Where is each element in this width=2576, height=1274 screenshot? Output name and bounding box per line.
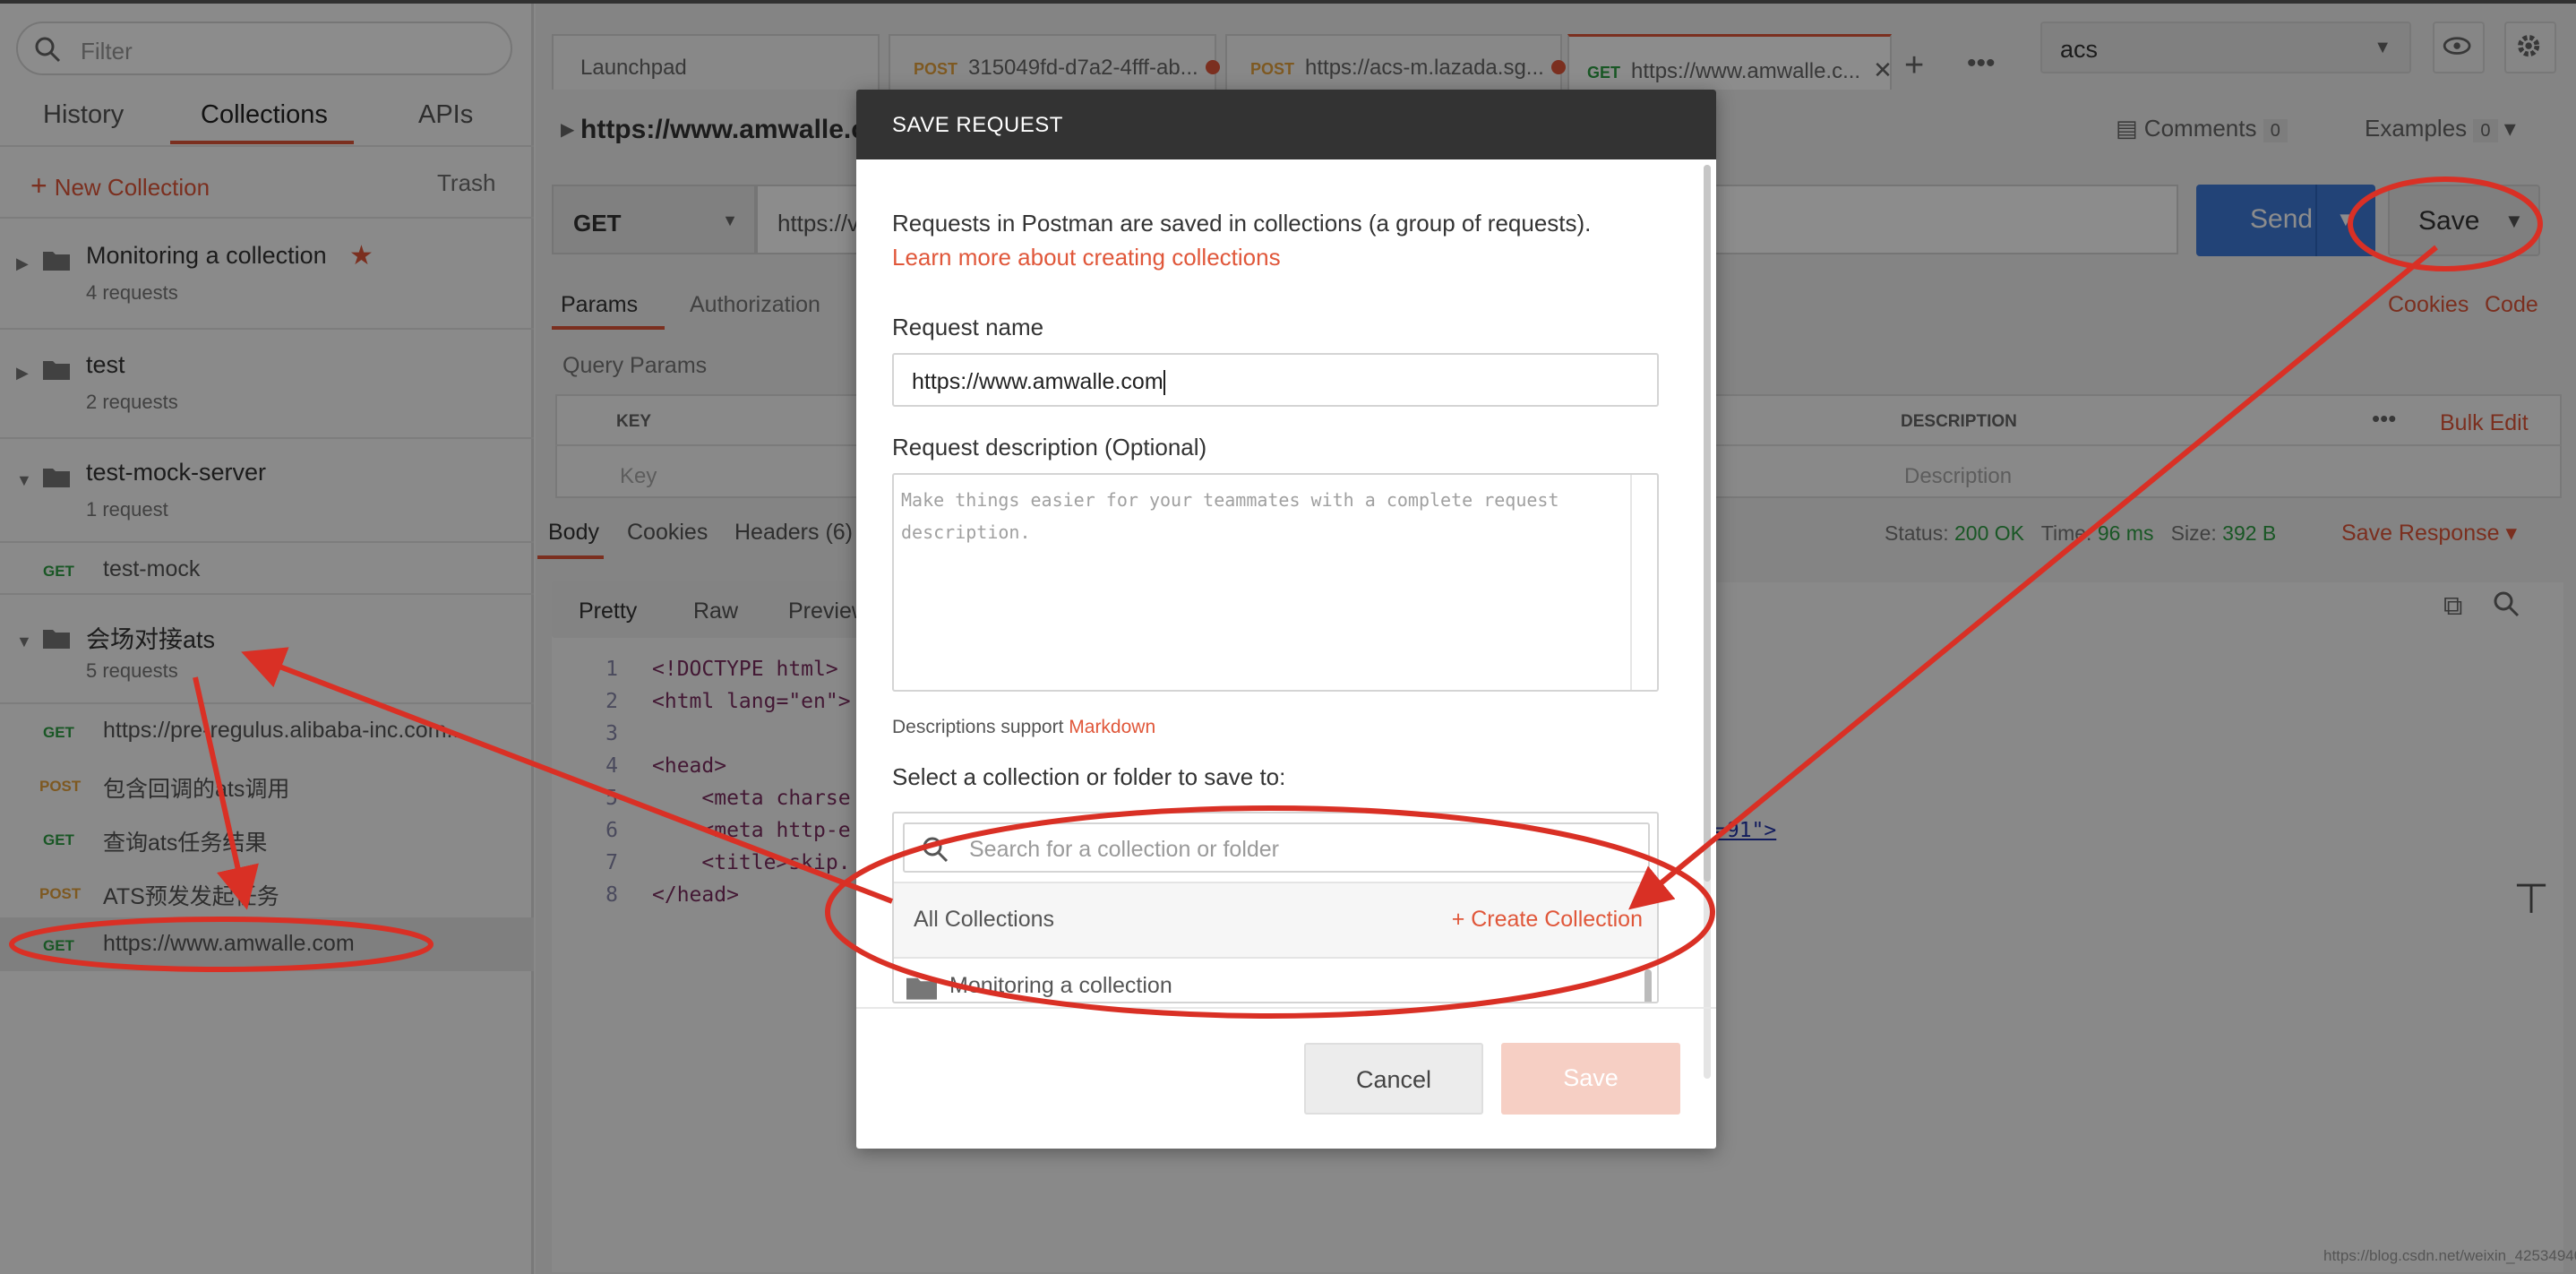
save-request-dialog: SAVE REQUEST Requests in Postman are sav…: [856, 90, 1716, 1149]
textarea-scrollbar[interactable]: [1630, 475, 1632, 690]
collection-option[interactable]: Monitoring a collection: [894, 960, 1657, 1002]
collection-search-input[interactable]: Search for a collection or folder: [903, 822, 1650, 873]
cancel-button[interactable]: Cancel: [1304, 1043, 1483, 1115]
collection-option-name: Monitoring a collection: [949, 973, 1172, 998]
create-collection-button[interactable]: + Create Collection: [1452, 907, 1643, 933]
markdown-note-text: Descriptions support: [892, 717, 1064, 737]
description-textarea[interactable]: Make things easier for your teammates wi…: [892, 473, 1659, 692]
dialog-title: SAVE REQUEST: [892, 113, 1063, 137]
scroll-thumb[interactable]: [1704, 165, 1711, 882]
dialog-scrollbar[interactable]: [1704, 165, 1711, 1079]
request-name-label: Request name: [892, 314, 1044, 340]
description-label: Request description (Optional): [892, 434, 1207, 461]
all-collections-row: All Collections + Create Collection: [894, 882, 1657, 959]
dialog-header: SAVE REQUEST: [856, 90, 1716, 159]
collection-picker: Search for a collection or folder All Co…: [892, 812, 1659, 1003]
search-icon: [923, 837, 949, 863]
collection-search-placeholder: Search for a collection or folder: [969, 837, 1280, 862]
markdown-note: Descriptions support Markdown: [892, 717, 1155, 738]
request-name-value: https://www.amwalle.com: [912, 369, 1163, 394]
picker-scrollbar[interactable]: [1644, 969, 1652, 1002]
divider: [856, 1007, 1716, 1009]
folder-icon: [906, 977, 937, 1000]
watermark: https://blog.csdn.net/weixin_42534940: [2323, 1247, 2576, 1264]
markdown-link[interactable]: Markdown: [1069, 717, 1155, 737]
request-name-input[interactable]: https://www.amwalle.com: [892, 353, 1659, 407]
dialog-save-button[interactable]: Save: [1501, 1043, 1680, 1115]
all-collections-label: All Collections: [914, 907, 1055, 932]
text-caret: [1163, 370, 1165, 396]
description-placeholder: Make things easier for your teammates wi…: [901, 489, 1559, 543]
learn-more-link[interactable]: Learn more about creating collections: [892, 244, 1281, 271]
select-collection-label: Select a collection or folder to save to…: [892, 763, 1286, 790]
dialog-intro: Requests in Postman are saved in collect…: [892, 210, 1592, 237]
postman-app: Filter History Collections APIs + New Col…: [0, 0, 2576, 1274]
